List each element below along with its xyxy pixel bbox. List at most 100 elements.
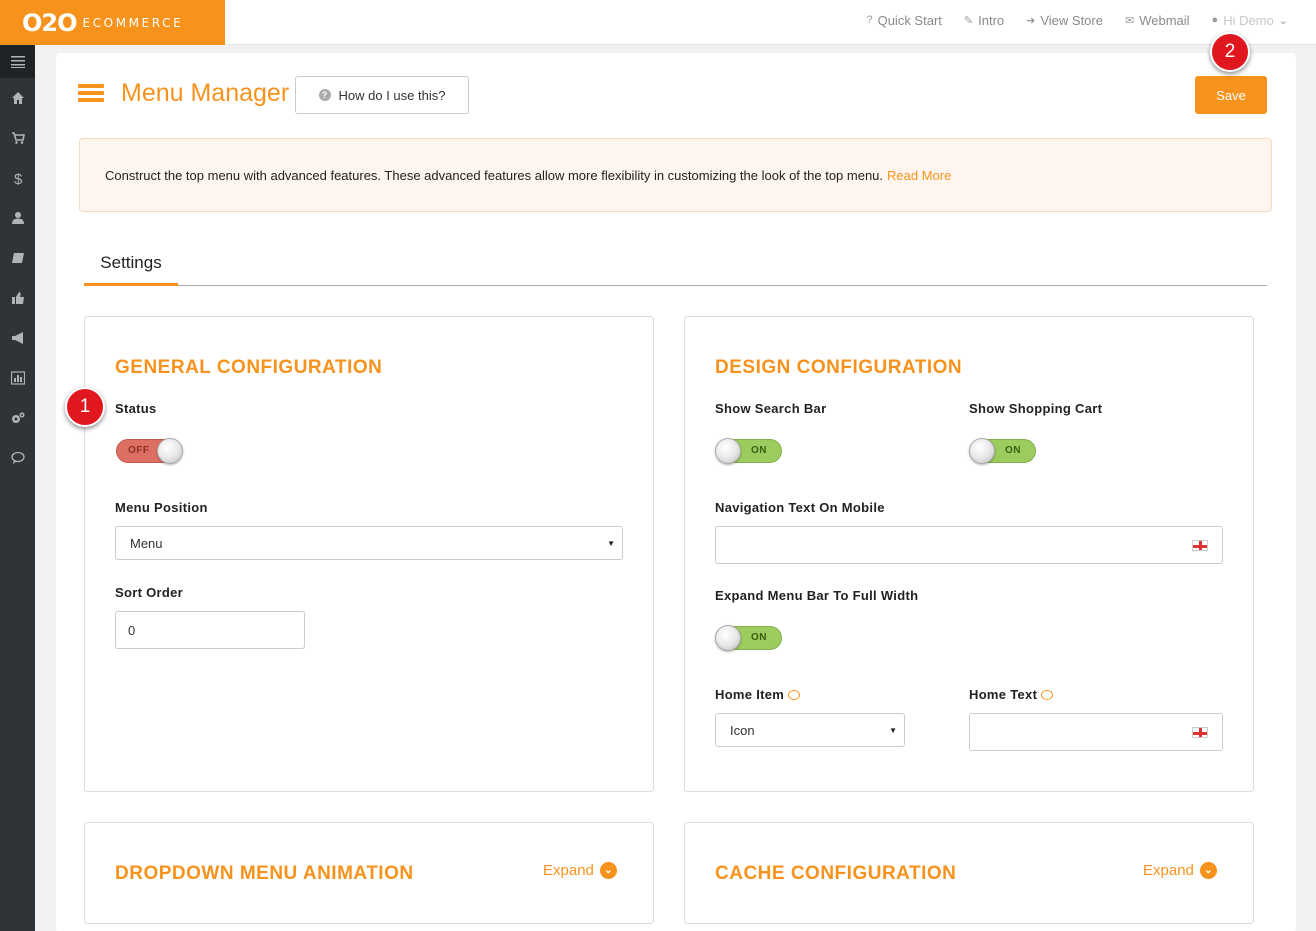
topnav-webmail-label: Webmail <box>1139 12 1190 28</box>
menu-position-select[interactable]: Menu ▼ <box>115 526 623 560</box>
tab-bar: Settings <box>84 250 1267 286</box>
expand-full-width-toggle[interactable]: ON <box>715 625 782 651</box>
main-content: Menu Manager ? How do I use this? Save C… <box>56 53 1296 931</box>
design-config-panel: DESIGN CONFIGURATION Show Search Bar ON … <box>684 316 1254 792</box>
menu-icon <box>10 55 25 68</box>
topnav-intro-label: Intro <box>978 12 1005 28</box>
sidebar-item-marketing[interactable] <box>0 318 35 358</box>
brand-logo[interactable]: O2O ECOMMERCE <box>0 0 225 45</box>
home-text-input[interactable] <box>969 713 1223 751</box>
sort-order-label: Sort Order <box>115 585 184 600</box>
toggle-knob <box>969 438 995 464</box>
topnav-view-store[interactable]: ➜ View Store <box>1026 13 1103 28</box>
comment-icon[interactable] <box>1041 690 1054 700</box>
nav-text-mobile-input[interactable] <box>715 526 1223 564</box>
topnav-quick-start-label: Quick Start <box>877 12 942 28</box>
home-item-label-text: Home Item <box>715 687 785 702</box>
user-greeting: Hi Demo <box>1223 12 1274 28</box>
caret-down-icon: ▼ <box>607 539 615 548</box>
nav-text-mobile-label: Navigation Text On Mobile <box>715 500 885 515</box>
dropdown-expand-button[interactable]: Expand ⌄ <box>543 862 617 879</box>
home-item-value: Icon <box>730 722 755 738</box>
toggle-knob <box>715 438 741 464</box>
status-toggle-text: OFF <box>128 445 150 456</box>
comment-icon <box>10 451 25 464</box>
home-item-select[interactable]: Icon ▼ <box>715 713 905 747</box>
cache-config-panel: CACHE CONFIGURATION Expand ⌄ <box>684 822 1254 924</box>
dropdown-expand-label: Expand <box>543 862 594 879</box>
comment-icon[interactable] <box>788 690 801 700</box>
status-toggle[interactable]: OFF <box>116 438 183 464</box>
sidebar-toggle[interactable] <box>0 45 35 78</box>
top-bar: O2O ECOMMERCE ? Quick Start ✎ Intro ➜ Vi… <box>0 0 1316 45</box>
status-label: Status <box>115 401 157 416</box>
sidebar-item-messages[interactable] <box>0 438 35 478</box>
general-config-title: GENERAL CONFIGURATION <box>115 357 383 378</box>
user-icon: ● <box>1211 14 1219 26</box>
dropdown-animation-panel: DROPDOWN MENU ANIMATION Expand ⌄ <box>84 822 654 924</box>
chart-icon <box>10 371 25 385</box>
search-bar-label: Show Search Bar <box>715 401 827 416</box>
topnav-webmail[interactable]: ✉ Webmail <box>1125 13 1190 28</box>
logo-sub-text: ECOMMERCE <box>82 15 184 30</box>
question-circle-icon: ? <box>318 89 331 101</box>
sidebar-item-sales[interactable]: $ <box>0 158 35 198</box>
home-text-label: Home Text <box>969 687 1054 702</box>
sidebar: $ <box>0 45 35 931</box>
save-button[interactable]: Save <box>1195 76 1267 114</box>
read-more-link[interactable]: Read More <box>887 168 951 183</box>
dropdown-animation-title: DROPDOWN MENU ANIMATION <box>115 863 414 884</box>
toggle-knob <box>715 625 741 651</box>
sidebar-item-home[interactable] <box>0 78 35 118</box>
home-icon <box>11 92 24 104</box>
sidebar-item-settings[interactable] <box>0 398 35 438</box>
menu-position-value: Menu <box>130 535 163 551</box>
gears-icon <box>11 412 24 423</box>
sidebar-item-orders[interactable] <box>0 118 35 158</box>
sidebar-item-customers[interactable] <box>0 198 35 238</box>
home-item-label: Home Item <box>715 687 801 702</box>
user-icon <box>11 212 24 224</box>
logo-main-text: O2O <box>22 8 78 37</box>
how-to-button[interactable]: ? How do I use this? <box>295 76 469 114</box>
language-flag-icon[interactable] <box>1192 540 1208 551</box>
info-text: Construct the top menu with advanced fea… <box>105 167 884 183</box>
step-marker-2: 2 <box>1210 32 1250 72</box>
thumbs-up-icon <box>11 292 24 304</box>
tab-settings[interactable]: Settings <box>84 250 178 286</box>
cache-expand-label: Expand <box>1143 862 1194 879</box>
chevron-down-circle-icon: ⌄ <box>599 862 617 879</box>
step-marker-1: 1 <box>65 387 105 427</box>
language-flag-icon[interactable] <box>1192 727 1208 738</box>
home-text-label-text: Home Text <box>969 687 1038 702</box>
svg-text:$: $ <box>14 171 23 185</box>
sidebar-item-reviews[interactable] <box>0 278 35 318</box>
cache-config-title: CACHE CONFIGURATION <box>715 863 957 884</box>
chevron-down-circle-icon: ⌄ <box>1199 862 1217 879</box>
shopping-cart-toggle[interactable]: ON <box>969 438 1036 464</box>
user-menu[interactable]: ● Hi Demo ⌄ <box>1212 13 1288 28</box>
expand-full-width-toggle-text: ON <box>751 632 767 643</box>
sidebar-item-reports[interactable] <box>0 358 35 398</box>
pencil-icon: ✎ <box>963 14 974 27</box>
topnav-quick-start[interactable]: ? Quick Start <box>866 13 941 28</box>
caret-down-icon: ▼ <box>889 726 897 735</box>
cart-icon <box>11 132 25 144</box>
signin-icon: ➜ <box>1026 14 1036 27</box>
sort-order-input[interactable]: 0 <box>115 611 305 649</box>
chevron-down-icon: ⌄ <box>1278 14 1288 27</box>
toggle-knob <box>157 438 183 464</box>
how-to-label: How do I use this? <box>338 87 446 103</box>
question-icon: ? <box>866 14 873 26</box>
design-config-title: DESIGN CONFIGURATION <box>715 357 963 378</box>
search-bar-toggle[interactable]: ON <box>715 438 782 464</box>
shopping-cart-toggle-text: ON <box>1005 445 1021 456</box>
topnav-intro[interactable]: ✎ Intro <box>964 13 1004 28</box>
expand-full-width-label: Expand Menu Bar To Full Width <box>715 588 919 603</box>
shopping-cart-label: Show Shopping Cart <box>969 401 1103 416</box>
sidebar-item-catalog[interactable] <box>0 238 35 278</box>
megaphone-icon <box>11 332 23 344</box>
cache-expand-button[interactable]: Expand ⌄ <box>1143 862 1217 879</box>
topnav-view-store-label: View Store <box>1040 12 1103 28</box>
menu-manager-icon <box>78 84 104 104</box>
